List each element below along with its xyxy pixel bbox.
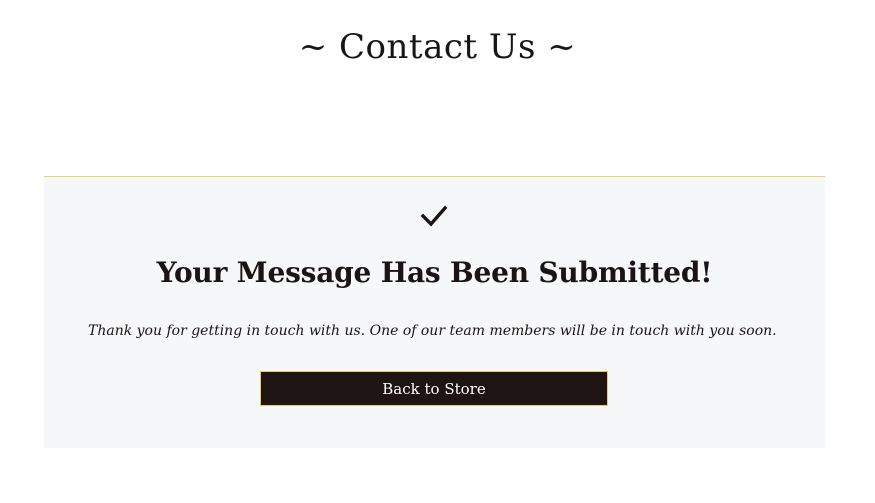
checkmark-icon	[420, 202, 448, 230]
back-to-store-button[interactable]: Back to Store	[260, 371, 608, 406]
confirmation-heading: Your Message Has Been Submitted!	[156, 256, 713, 289]
confirmation-panel: Your Message Has Been Submitted! Thank y…	[44, 176, 825, 448]
confirmation-message: Thank you for getting in touch with us. …	[88, 323, 777, 339]
page-title: ~ Contact Us ~	[298, 27, 577, 67]
